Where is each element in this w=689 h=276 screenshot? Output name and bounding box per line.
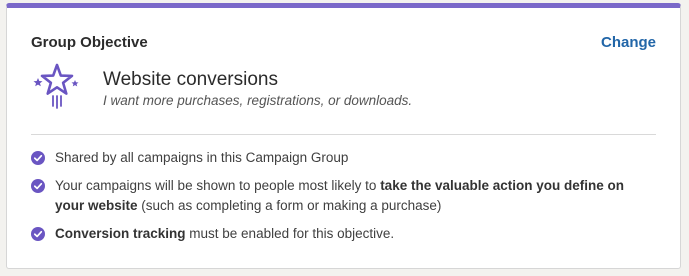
divider [31,134,656,135]
objective-detail-text: Your campaigns will be shown to people m… [55,176,650,216]
card-title: Group Objective [31,34,148,51]
objective-detail-text: Conversion tracking must be enabled for … [55,224,394,244]
objective-summary: Website conversions I want more purchase… [31,60,412,110]
card-header: Group Objective Change [31,34,656,51]
objective-name: Website conversions [103,69,278,90]
group-objective-card: Group Objective Change Website conversio… [6,3,681,269]
objective-detail-text: Shared by all campaigns in this Campaign… [55,148,348,168]
detail-segment: Your campaigns will be shown to people m… [55,178,381,193]
detail-segment: (such as completing a form or making a p… [137,198,442,213]
detail-segment: Shared by all campaigns in this Campaign… [55,150,349,165]
check-circle-icon [31,227,45,241]
change-link[interactable]: Change [601,34,656,51]
objective-detail-item: Conversion tracking must be enabled for … [31,224,650,244]
detail-emphasis: Conversion tracking [55,226,186,241]
check-circle-icon [31,151,45,165]
objective-description: I want more purchases, registrations, or… [103,93,413,108]
check-circle-icon [31,179,45,193]
shooting-star-icon [33,63,79,109]
detail-segment: must be enabled for this objective. [185,226,395,241]
objective-details-list: Shared by all campaigns in this Campaign… [31,148,650,252]
objective-detail-item: Shared by all campaigns in this Campaign… [31,148,650,168]
objective-detail-item: Your campaigns will be shown to people m… [31,176,650,216]
